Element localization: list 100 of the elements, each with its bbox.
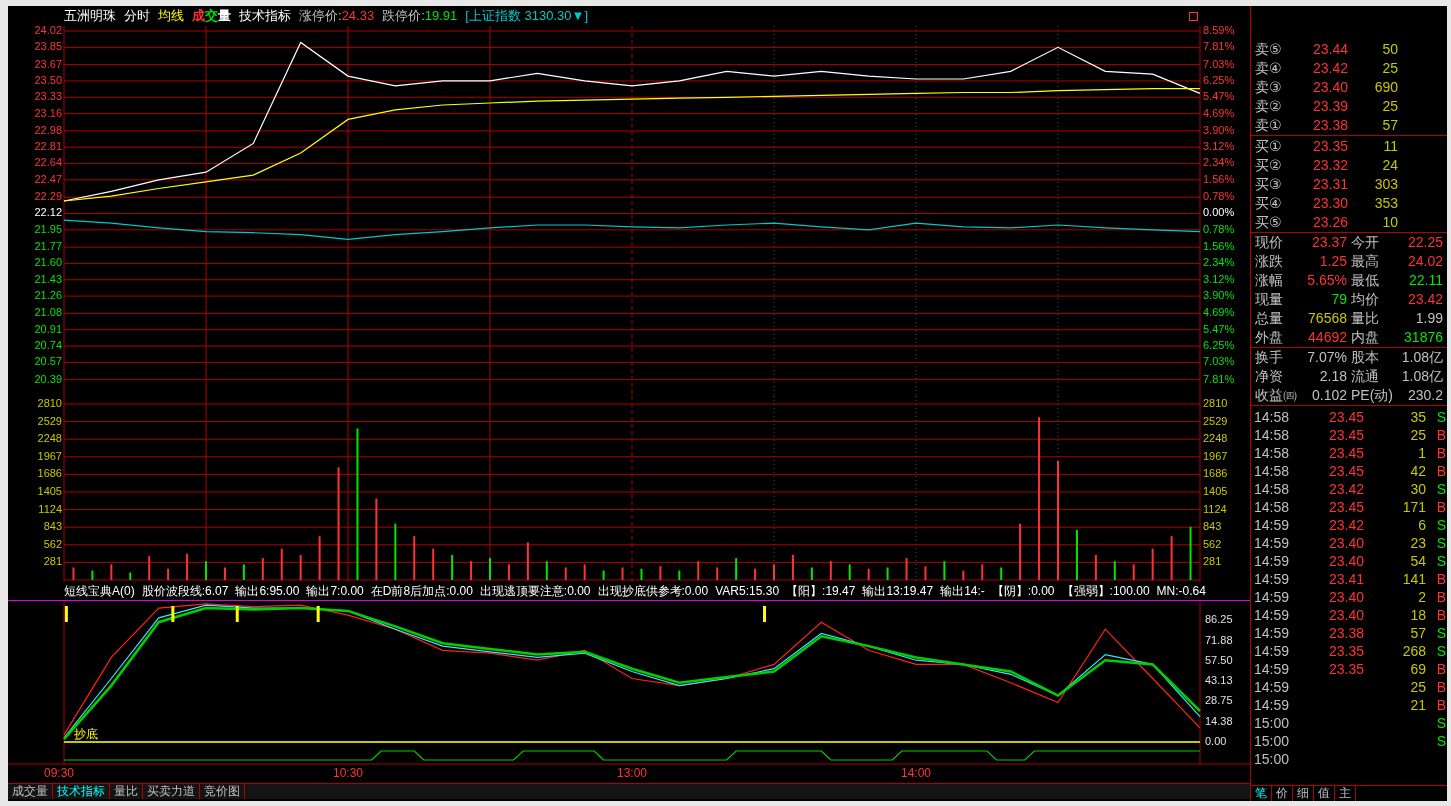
quote-label: 量比 xyxy=(1350,309,1380,328)
axis-label: 28.75 xyxy=(1205,694,1233,707)
axis-label: 20.57 xyxy=(34,355,62,368)
order-price: 23.30 xyxy=(1311,194,1348,213)
tick-price: 23.42 xyxy=(1327,516,1364,534)
quote-label: 涨幅 xyxy=(1255,271,1284,290)
stock-name: 五洲明珠 xyxy=(64,7,116,25)
tick-price: 23.40 xyxy=(1327,534,1364,552)
axis-label: 3.12% xyxy=(1203,140,1235,153)
tick-time: 14:59 xyxy=(1254,606,1291,624)
order-price: 23.32 xyxy=(1311,156,1348,175)
axis-label: 1405 xyxy=(1203,484,1228,497)
tick-volume: 30 xyxy=(1409,480,1426,498)
quote-label: 内盘 xyxy=(1350,328,1380,347)
tick-price: 23.45 xyxy=(1327,462,1364,480)
volume-label: 成交量 xyxy=(192,8,231,23)
tick-time: 14:58 xyxy=(1254,498,1291,516)
axis-label: 4.69% xyxy=(1203,106,1235,119)
order-volume: 57 xyxy=(1381,116,1398,135)
tick-side: B xyxy=(1435,678,1446,696)
order-label: 卖① xyxy=(1255,116,1283,135)
order-price: 23.35 xyxy=(1311,137,1348,156)
fundamental-label: 净资 xyxy=(1255,367,1284,386)
axis-label: 21.95 xyxy=(34,222,62,235)
tick-side: S xyxy=(1435,408,1446,426)
axis-label: 3.12% xyxy=(1203,272,1235,285)
order-label: 买② xyxy=(1255,156,1283,175)
indicator-value: 【阳】:19.47 xyxy=(786,583,856,600)
tick-volume: 42 xyxy=(1409,462,1426,480)
indicator-value: 输出13:19.47 xyxy=(862,583,934,600)
quote-label: 今开 xyxy=(1350,233,1380,252)
tick-time: 14:59 xyxy=(1254,516,1291,534)
axis-label: 2529 xyxy=(1203,414,1228,427)
axis-label: 22.81 xyxy=(34,140,62,153)
tick-volume: 18 xyxy=(1409,606,1426,624)
axis-label: 3.90% xyxy=(1203,123,1235,136)
order-label: 买⑤ xyxy=(1255,213,1283,232)
axis-label: 21.08 xyxy=(34,306,62,319)
fundamental-label: PE(动) xyxy=(1350,386,1391,405)
indicator-value: 【阴】:0.00 xyxy=(991,583,1055,600)
fundamental-value: 1.08亿 xyxy=(1400,367,1443,386)
time-label: 13:00 xyxy=(617,766,647,781)
fundamental-label: 流通 xyxy=(1350,367,1380,386)
axis-label: 2529 xyxy=(37,414,62,427)
axis-label: 23.67 xyxy=(34,57,62,70)
annotation-label: 抄底 xyxy=(74,726,98,741)
axis-label: 23.33 xyxy=(34,90,62,103)
tick-time: 14:59 xyxy=(1254,588,1291,606)
indicator-value: 出现逃顶要注意:0.00 xyxy=(479,583,591,600)
axis-label: 23.16 xyxy=(34,106,62,119)
tick-time: 14:59 xyxy=(1254,624,1291,642)
axis-label: 43.13 xyxy=(1205,674,1233,687)
quote-label: 均价 xyxy=(1350,290,1380,309)
fundamental-label: 股本 xyxy=(1350,348,1380,367)
axis-label: 562 xyxy=(43,537,62,550)
tick-time: 14:58 xyxy=(1254,480,1291,498)
quote-value: 23.42 xyxy=(1406,290,1443,309)
tick-volume: 25 xyxy=(1409,678,1426,696)
order-volume: 24 xyxy=(1381,156,1398,175)
axis-label: 0.00 xyxy=(1205,734,1227,747)
tick-side: S xyxy=(1435,480,1446,498)
indicator-value: 【强弱】:100.00 xyxy=(1061,583,1150,600)
axis-label: 7.03% xyxy=(1203,355,1235,368)
tick-volume: 2 xyxy=(1417,588,1426,606)
tick-price: 23.41 xyxy=(1327,570,1364,588)
tick-price: 23.35 xyxy=(1327,642,1364,660)
tick-side: S xyxy=(1435,642,1446,660)
tick-time: 14:59 xyxy=(1254,642,1291,660)
quote-value: 79 xyxy=(1330,290,1347,309)
axis-label: 7.03% xyxy=(1203,57,1235,70)
tick-time: 15:00 xyxy=(1254,714,1291,732)
axis-label: 2810 xyxy=(37,396,62,409)
indicator-value: MN:-0.64 xyxy=(1156,583,1206,600)
axis-label: 5.47% xyxy=(1203,90,1235,103)
tick-price: 23.40 xyxy=(1327,588,1364,606)
quote-label: 现量 xyxy=(1255,290,1284,309)
quote-value: 5.65% xyxy=(1306,271,1347,290)
tick-side: B xyxy=(1435,444,1446,462)
axis-label: 7.81% xyxy=(1203,372,1235,385)
axis-label: 22.98 xyxy=(34,123,62,136)
limit-down-label: 跌停价: xyxy=(382,7,425,25)
axis-label: 1.56% xyxy=(1203,240,1235,252)
axis-label: 21.26 xyxy=(34,289,62,301)
axis-label: 20.74 xyxy=(34,338,62,351)
tick-price: 23.45 xyxy=(1327,426,1364,444)
tick-price: 23.45 xyxy=(1327,444,1364,462)
indicator-value: 输出7:0.00 xyxy=(306,583,364,600)
indicator-label: 技术指标 xyxy=(239,7,291,25)
tick-time: 14:59 xyxy=(1254,678,1291,696)
axis-label: 0.00% xyxy=(1203,206,1235,219)
axis-label: 843 xyxy=(1203,520,1222,533)
axis-label: 14.38 xyxy=(1205,714,1233,727)
axis-label: 71.88 xyxy=(1205,633,1233,646)
order-volume: 303 xyxy=(1373,175,1398,194)
quote-label: 外盘 xyxy=(1255,328,1284,347)
axis-label: 2248 xyxy=(37,432,62,445)
tick-side: B xyxy=(1435,660,1446,678)
tick-price: 23.40 xyxy=(1327,552,1364,570)
indicator-value: 输出14:- xyxy=(940,583,985,600)
tick-side: B xyxy=(1435,588,1446,606)
